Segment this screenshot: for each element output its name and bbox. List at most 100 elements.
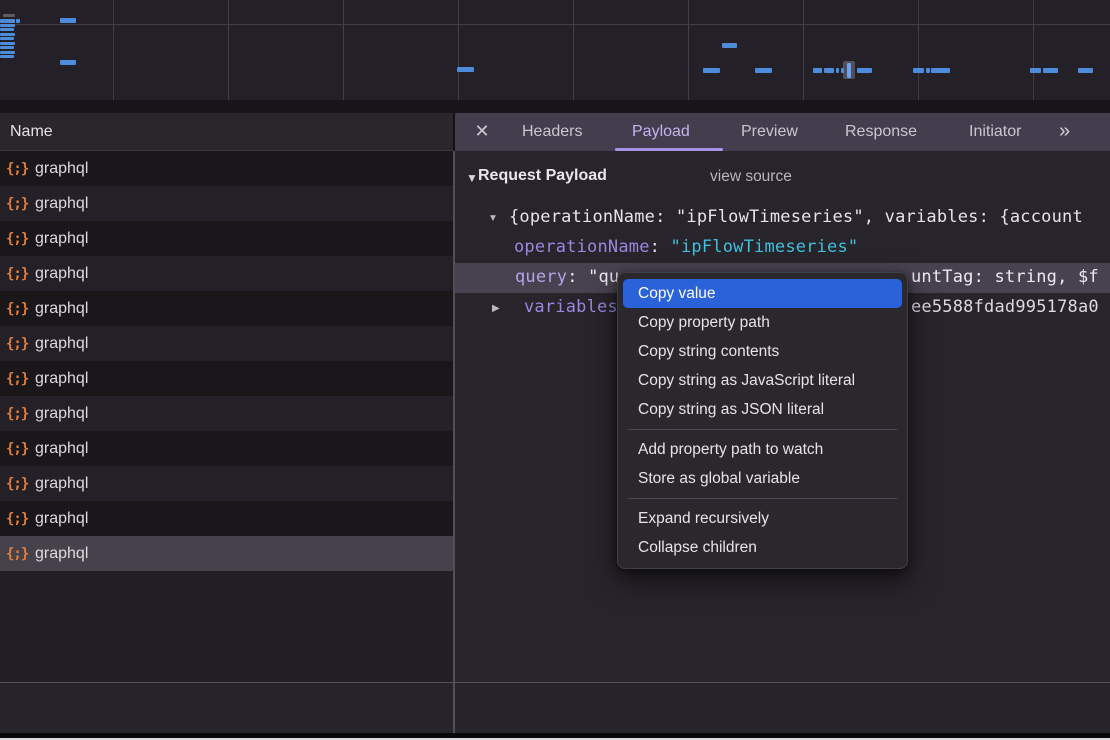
waterfall-bar[interactable] — [755, 68, 772, 73]
waterfall-bar[interactable] — [1030, 68, 1041, 73]
network-request-row[interactable]: {;}graphql — [0, 291, 453, 326]
waterfall-bar[interactable] — [60, 18, 76, 23]
request-name: graphql — [35, 300, 88, 318]
network-request-row[interactable]: {;}graphql — [0, 536, 453, 571]
detail-tabbar: ✕ Headers Payload Preview Response Initi… — [455, 113, 1110, 151]
menu-item-copy-value[interactable]: Copy value — [623, 279, 902, 308]
menu-item-copy-string-js[interactable]: Copy string as JavaScript literal — [618, 366, 907, 395]
network-request-row[interactable]: {;}graphql — [0, 326, 453, 361]
json-summary-row[interactable]: ▼ {operationName: "ipFlowTimeseries", va… — [455, 203, 1110, 233]
tab-initiator[interactable]: Initiator — [969, 113, 1021, 151]
json-request-icon: {;} — [6, 266, 32, 282]
request-name: graphql — [35, 370, 88, 388]
expand-caret-icon[interactable]: ▼ — [488, 213, 498, 224]
menu-group-expand: Expand recursively Collapse children — [618, 504, 907, 562]
network-request-row[interactable]: {;}graphql — [0, 431, 453, 466]
json-request-icon: {;} — [6, 161, 32, 177]
json-request-icon: {;} — [6, 336, 32, 352]
waterfall-bar[interactable] — [0, 37, 14, 40]
waterfall-bar[interactable] — [836, 68, 839, 73]
network-request-row[interactable]: {;}graphql — [0, 221, 453, 256]
json-request-icon: {;} — [6, 546, 32, 562]
waterfall-bar[interactable] — [0, 55, 14, 58]
menu-item-add-property-watch[interactable]: Add property path to watch — [618, 435, 907, 464]
view-source-link[interactable]: view source — [710, 168, 792, 186]
waterfall-bar[interactable] — [0, 46, 14, 49]
menu-separator — [628, 498, 897, 499]
waterfall-bar[interactable] — [16, 19, 20, 23]
request-name: graphql — [35, 405, 88, 423]
overview-gridline — [1033, 0, 1034, 100]
waterfall-bar[interactable] — [60, 60, 76, 65]
json-string-value: "ipFlowTimeseries" — [671, 237, 859, 257]
waterfall-bar[interactable] — [457, 67, 474, 72]
overview-bottom-gap — [0, 100, 1110, 113]
context-menu: Copy value Copy property path Copy strin… — [617, 272, 908, 569]
json-summary-text: {operationName: "ipFlowTimeseries", vari… — [509, 207, 1083, 227]
tab-preview[interactable]: Preview — [741, 113, 798, 151]
json-string-continuation: untTag: string, $f — [911, 267, 1099, 287]
request-name: graphql — [35, 230, 88, 248]
overview-gridline — [688, 0, 689, 100]
overview-gridline — [0, 24, 1110, 25]
tab-payload[interactable]: Payload — [632, 113, 690, 151]
network-request-row[interactable]: {;}graphql — [0, 466, 453, 501]
network-request-row[interactable]: {;}graphql — [0, 361, 453, 396]
waterfall-bar[interactable] — [722, 43, 737, 48]
column-header-name[interactable]: Name — [0, 113, 453, 151]
waterfall-bar[interactable] — [857, 68, 872, 73]
network-overview[interactable] — [0, 0, 1110, 100]
network-request-row[interactable]: {;}graphql — [0, 396, 453, 431]
waterfall-bar[interactable] — [0, 19, 15, 23]
waterfall-bar[interactable] — [0, 28, 14, 31]
network-request-row[interactable]: {;}graphql — [0, 501, 453, 536]
more-tabs-icon[interactable]: » — [1059, 113, 1070, 151]
overview-gridline — [113, 0, 114, 100]
waterfall-bar[interactable] — [703, 68, 720, 73]
network-request-row[interactable]: {;}graphql — [0, 151, 453, 186]
overview-gridline — [458, 0, 459, 100]
overview-selection-marker-line — [847, 63, 851, 78]
waterfall-bar[interactable] — [813, 68, 822, 73]
menu-item-expand-recursively[interactable]: Expand recursively — [618, 504, 907, 533]
request-name: graphql — [35, 160, 88, 178]
menu-group-copy: Copy value Copy property path Copy strin… — [618, 279, 907, 424]
menu-item-store-global[interactable]: Store as global variable — [618, 464, 907, 493]
waterfall-bar[interactable] — [913, 68, 924, 73]
expand-caret-icon[interactable]: ▶ — [492, 303, 500, 314]
waterfall-bar[interactable] — [931, 68, 950, 73]
waterfall-bar[interactable] — [0, 24, 15, 27]
close-icon[interactable]: ✕ — [469, 113, 495, 151]
menu-item-collapse-children[interactable]: Collapse children — [618, 533, 907, 562]
json-request-icon: {;} — [6, 511, 32, 527]
menu-item-copy-string-json[interactable]: Copy string as JSON literal — [618, 395, 907, 424]
network-request-row[interactable]: {;}graphql — [0, 186, 453, 221]
waterfall-bar-gray[interactable] — [3, 14, 15, 17]
waterfall-bar[interactable] — [1078, 68, 1093, 73]
waterfall-bar[interactable] — [926, 68, 930, 73]
tab-headers[interactable]: Headers — [522, 113, 582, 151]
tab-response[interactable]: Response — [845, 113, 917, 151]
json-colon: : — [650, 237, 671, 257]
network-request-row[interactable]: {;}graphql — [0, 256, 453, 291]
json-request-icon: {;} — [6, 441, 32, 457]
json-request-icon: {;} — [6, 371, 32, 387]
waterfall-bar[interactable] — [0, 42, 15, 45]
json-row-operationname[interactable]: operationName: "ipFlowTimeseries" — [455, 233, 1110, 263]
menu-item-copy-string-contents[interactable]: Copy string contents — [618, 337, 907, 366]
json-request-icon: {;} — [6, 406, 32, 422]
menu-item-copy-property-path[interactable]: Copy property path — [618, 308, 907, 337]
waterfall-bar[interactable] — [0, 51, 15, 54]
json-key: variables — [524, 297, 618, 317]
json-colon: : — [567, 267, 588, 287]
overview-gridline — [573, 0, 574, 100]
menu-group-watch: Add property path to watch Store as glob… — [618, 435, 907, 493]
json-key: query — [515, 267, 567, 287]
overview-gridline — [803, 0, 804, 100]
waterfall-bar[interactable] — [1043, 68, 1058, 73]
waterfall-bar[interactable] — [824, 68, 834, 73]
collapse-caret-icon[interactable]: ▼ — [466, 171, 478, 185]
devtools-network-panel: Name {;}graphql {;}graphql {;}graphql {;… — [0, 0, 1110, 740]
waterfall-bar[interactable] — [0, 33, 15, 36]
json-request-icon: {;} — [6, 301, 32, 317]
